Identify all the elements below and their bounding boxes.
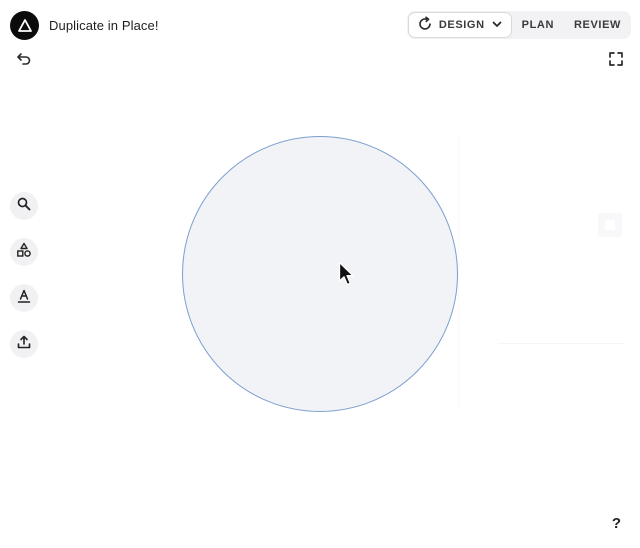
circle-shape[interactable] — [182, 136, 458, 412]
design-canvas[interactable] — [0, 0, 640, 548]
canvas-divider — [498, 343, 624, 344]
help-button[interactable]: ? — [612, 515, 621, 532]
canvas-ghost-shape — [598, 213, 622, 237]
app-window: Duplicate in Place! DESIGN PLAN REVIEW ? — [0, 0, 640, 548]
canvas-guide — [458, 136, 640, 412]
